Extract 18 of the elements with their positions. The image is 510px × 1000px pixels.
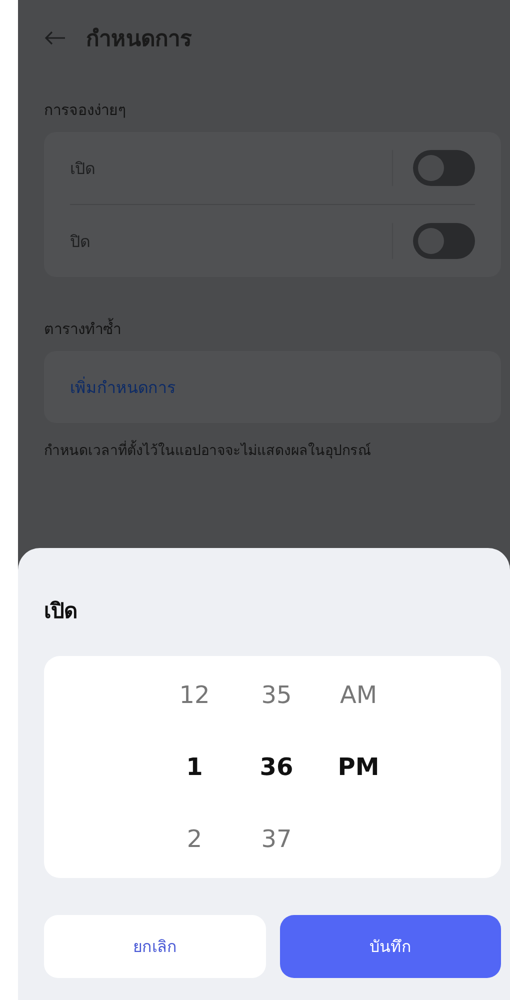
time-picker[interactable]: 12 1 2 35 36 37 AM PM: [44, 656, 501, 878]
picker-value[interactable]: 2: [186, 814, 202, 864]
section-label: การจองง่ายๆ: [44, 100, 127, 121]
picker-value[interactable]: 36: [260, 742, 294, 792]
picker-value[interactable]: PM: [338, 742, 380, 792]
picker-value[interactable]: 12: [179, 670, 210, 720]
back-arrow-icon[interactable]: [44, 31, 66, 45]
note-text: กำหนดเวลาที่ตั้งไว้ในแอปอาจจะไม่แสดงผลในอุปกรณ์: [44, 439, 501, 461]
picker-value[interactable]: 35: [261, 670, 292, 720]
cancel-button[interactable]: ยกเลิก: [44, 915, 266, 978]
toggle-switch[interactable]: [413, 223, 475, 259]
picker-value[interactable]: AM: [340, 670, 378, 720]
toggle-switch[interactable]: [413, 150, 475, 186]
picker-value[interactable]: 37: [261, 814, 292, 864]
save-button[interactable]: บันทึก: [280, 915, 501, 978]
sheet-title: เปิด: [44, 598, 79, 624]
picker-value[interactable]: 1: [186, 742, 203, 792]
section-label: ตารางทำซ้ำ: [44, 317, 122, 340]
